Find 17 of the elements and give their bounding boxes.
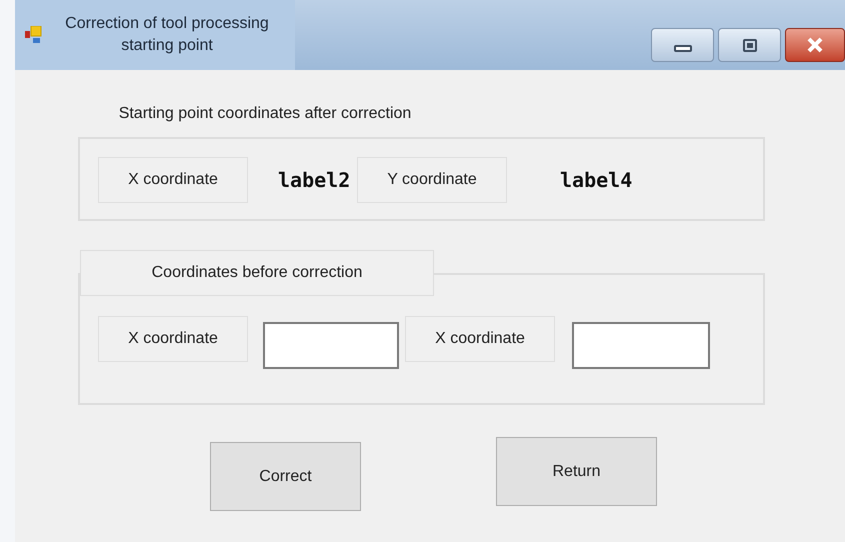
x-value-label: label2 bbox=[278, 167, 352, 194]
x-coordinate-label: X coordinate bbox=[405, 316, 555, 362]
input-field[interactable] bbox=[572, 322, 710, 369]
x-coordinate-label: X coordinate bbox=[98, 157, 248, 203]
maximize-button[interactable] bbox=[718, 28, 781, 62]
window-title: Correction of tool processing starting point bbox=[64, 14, 270, 56]
close-icon bbox=[806, 37, 824, 53]
y-coordinate-label: Y coordinate bbox=[357, 157, 507, 203]
return-button[interactable]: Return bbox=[496, 437, 657, 506]
y-value-label: label4 bbox=[560, 167, 632, 194]
close-button[interactable] bbox=[785, 28, 845, 62]
input-field[interactable] bbox=[263, 322, 399, 369]
group-legend: Coordinates before correction bbox=[80, 250, 434, 296]
app-icon bbox=[25, 26, 43, 44]
x-coordinate-label: X coordinate bbox=[98, 316, 248, 362]
correct-button[interactable]: Correct bbox=[210, 442, 361, 511]
minimize-button[interactable] bbox=[651, 28, 714, 62]
